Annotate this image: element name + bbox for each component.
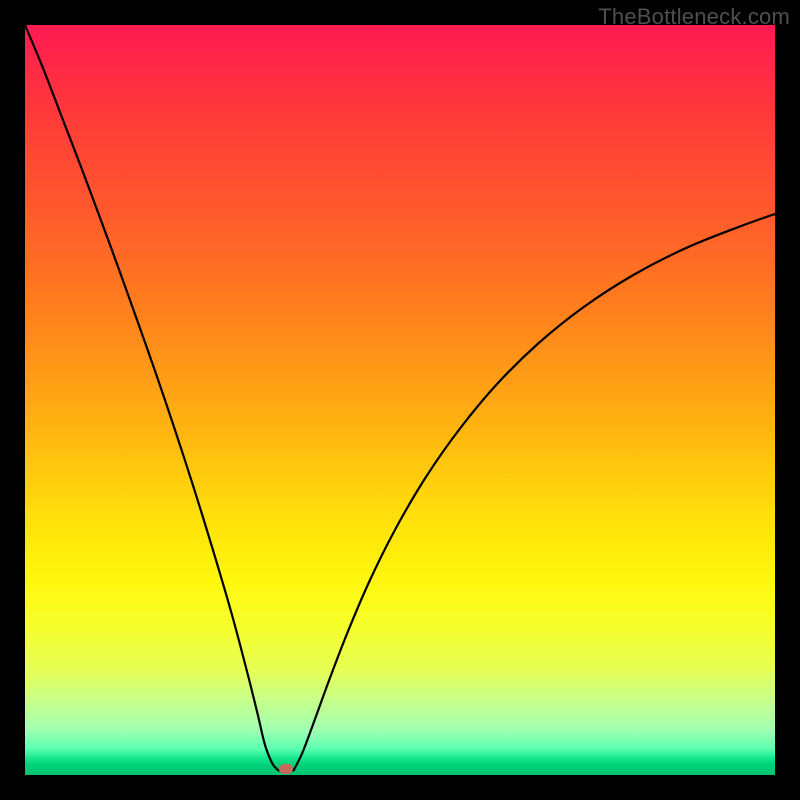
- plot-area: [25, 25, 775, 775]
- chart-frame: TheBottleneck.com: [0, 0, 800, 800]
- bottleneck-curve: [25, 25, 775, 775]
- curve-path: [25, 25, 775, 771]
- watermark-text: TheBottleneck.com: [598, 4, 790, 30]
- optimum-marker: [279, 764, 293, 774]
